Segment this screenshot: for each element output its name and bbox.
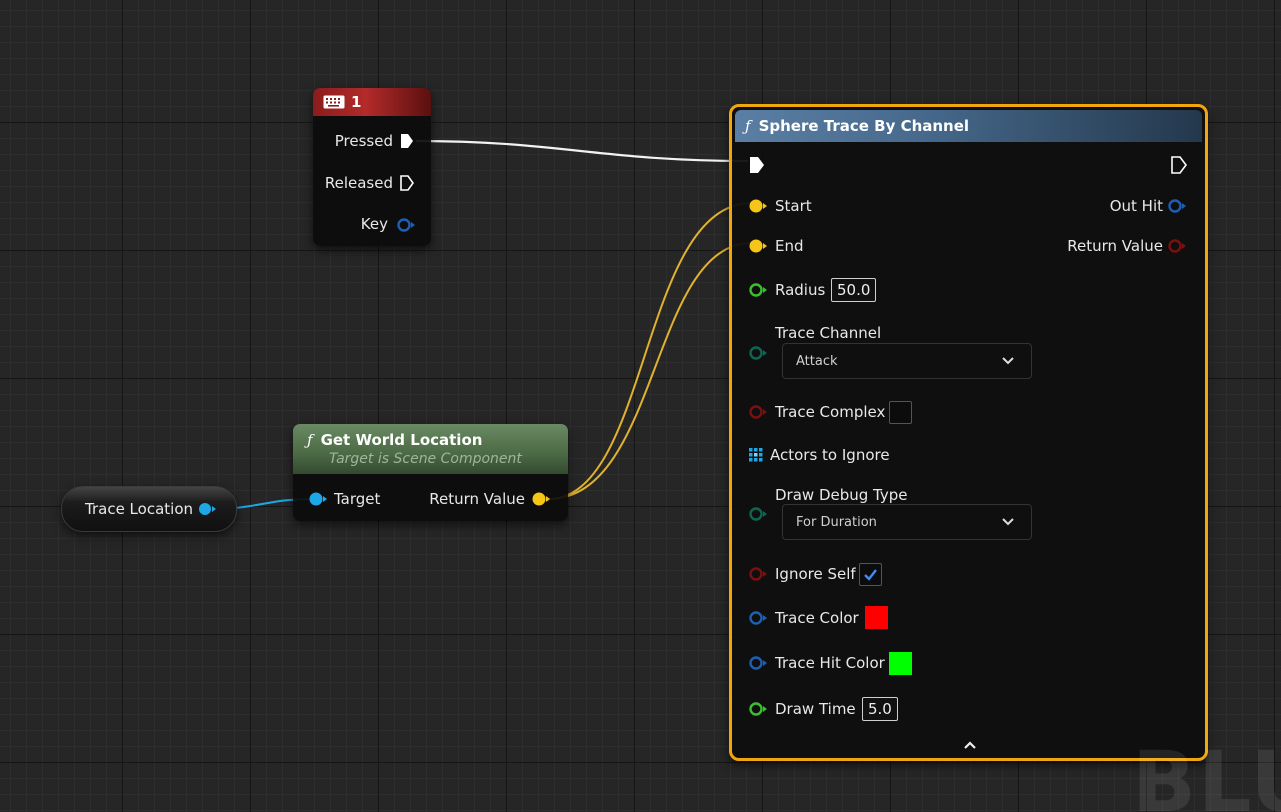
pressed-label: Pressed <box>334 132 393 150</box>
trace-color-label: Trace Color <box>775 609 859 627</box>
key-struct-pin[interactable] <box>396 217 416 233</box>
end-input-pin[interactable] <box>748 238 770 254</box>
trace-location-label: Trace Location <box>85 500 194 518</box>
end-wire[interactable] <box>547 242 753 500</box>
get-world-location-subtitle: Target is Scene Component <box>329 451 522 467</box>
trace-channel-label: Trace Channel <box>775 324 882 342</box>
trace-hit-color-label: Trace Hit Color <box>775 654 885 672</box>
function-icon: ƒ <box>307 431 313 449</box>
draw-debug-type-byte-pin[interactable] <box>748 506 770 522</box>
ignore-self-label: Ignore Self <box>775 565 856 583</box>
draw-time-float-pin[interactable] <box>748 701 770 717</box>
input-key-title: 1 <box>351 93 362 111</box>
exec-wire[interactable] <box>415 139 749 163</box>
checkmark-icon <box>864 569 877 581</box>
released-exec-pin[interactable] <box>399 174 415 192</box>
trace-channel-dropdown[interactable]: Attack <box>782 343 1032 379</box>
radius-input[interactable]: 50.0 <box>831 278 877 302</box>
radius-label: Radius <box>775 281 826 299</box>
sphere-trace-node[interactable]: ƒ Sphere Trace By Channel Start Out Hit … <box>729 104 1208 761</box>
exec-out-pin[interactable] <box>1170 155 1188 175</box>
trace-complex-label: Trace Complex <box>775 403 886 421</box>
collapse-advanced-icon[interactable] <box>962 739 978 751</box>
chevron-down-icon <box>1002 518 1014 526</box>
get-world-location-header[interactable]: ƒ Get World Location Target is Scene Com… <box>293 424 568 474</box>
ignore-self-checkbox[interactable] <box>859 563 882 586</box>
get-world-location-title: Get World Location <box>320 431 483 449</box>
trace-channel-byte-pin[interactable] <box>748 345 770 361</box>
ignore-self-bool-pin[interactable] <box>748 566 770 582</box>
sphere-trace-title: Sphere Trace By Channel <box>758 117 970 135</box>
draw-debug-type-label: Draw Debug Type <box>775 486 908 504</box>
start-label: Start <box>775 197 812 215</box>
actors-to-ignore-label: Actors to Ignore <box>770 446 890 464</box>
input-key-node-header[interactable]: 1 <box>313 88 431 116</box>
input-key-node[interactable]: 1 Pressed Released Key <box>313 88 431 246</box>
end-label: End <box>775 237 804 255</box>
watermark: BLU <box>1132 733 1281 812</box>
keyboard-icon <box>323 95 345 109</box>
released-label: Released <box>324 174 393 192</box>
return-value-label: Return Value <box>1067 237 1163 255</box>
draw-debug-type-dropdown[interactable]: For Duration <box>782 504 1032 540</box>
trace-location-variable-node[interactable]: Trace Location <box>61 486 237 532</box>
exec-in-pin[interactable] <box>748 155 766 175</box>
function-icon: ƒ <box>745 117 751 135</box>
start-input-pin[interactable] <box>748 198 770 214</box>
trace-complex-bool-pin[interactable] <box>748 404 770 420</box>
draw-debug-type-value: For Duration <box>796 514 877 530</box>
target-input-pin[interactable] <box>307 491 329 507</box>
trace-channel-value: Attack <box>796 353 838 369</box>
draw-time-input[interactable]: 5.0 <box>862 697 898 721</box>
radius-float-pin[interactable] <box>748 282 770 298</box>
key-label: Key <box>360 215 388 233</box>
trace-color-swatch[interactable] <box>865 606 888 629</box>
draw-time-label: Draw Time <box>775 700 856 718</box>
sphere-trace-header[interactable]: ƒ Sphere Trace By Channel <box>735 110 1202 142</box>
start-wire[interactable] <box>547 202 753 500</box>
return-value-bool-pin[interactable] <box>1167 238 1189 254</box>
array-grid-icon[interactable] <box>749 448 763 462</box>
trace-complex-checkbox[interactable] <box>889 401 912 424</box>
pressed-exec-pin[interactable] <box>399 132 415 150</box>
get-world-location-node[interactable]: ƒ Get World Location Target is Scene Com… <box>293 424 568 521</box>
trace-hit-color-struct-pin[interactable] <box>748 655 770 671</box>
trace-hit-color-swatch[interactable] <box>889 652 912 675</box>
target-label: Target <box>334 490 381 508</box>
chevron-down-icon <box>1002 357 1014 365</box>
trace-color-struct-pin[interactable] <box>748 610 770 626</box>
out-hit-label: Out Hit <box>1109 197 1163 215</box>
return-value-label: Return Value <box>429 490 525 508</box>
out-hit-pin[interactable] <box>1167 198 1189 214</box>
trace-location-output-pin[interactable] <box>197 501 219 517</box>
return-value-output-pin[interactable] <box>530 491 552 507</box>
